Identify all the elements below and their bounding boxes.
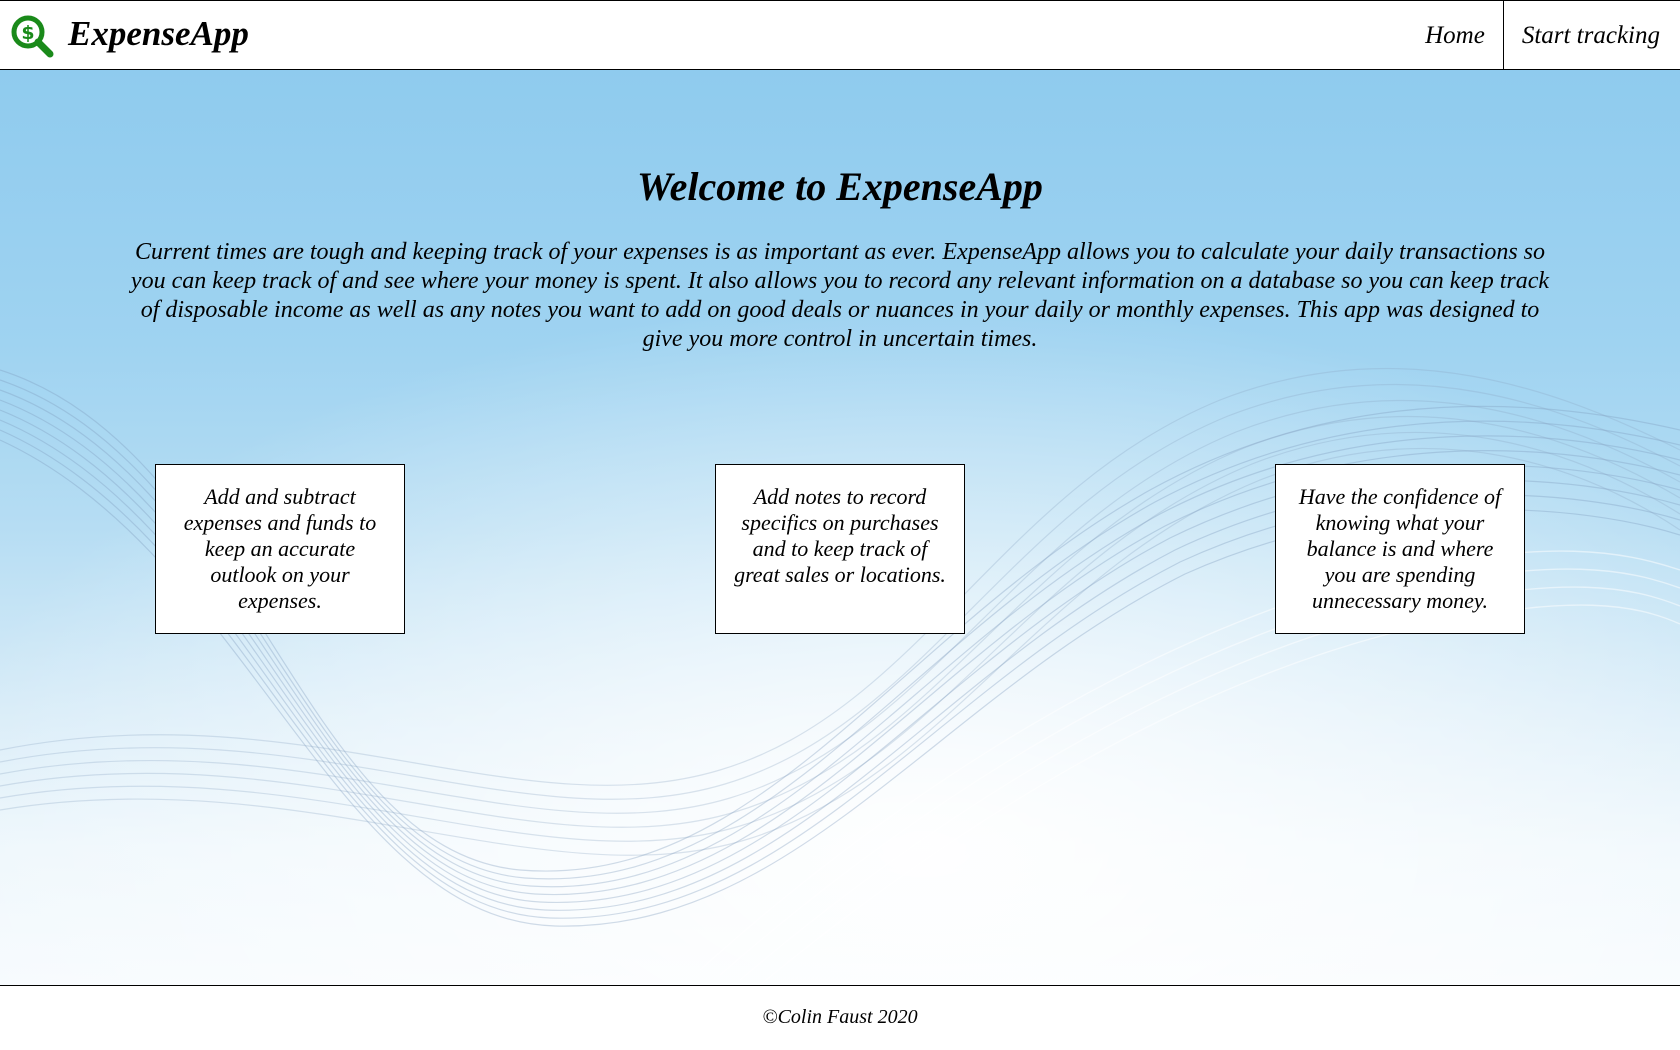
welcome-heading: Welcome to ExpenseApp (637, 164, 1043, 209)
feature-card-expenses: Add and subtract expenses and funds to k… (155, 464, 405, 634)
copyright-text: ©Colin Faust 2020 (762, 1006, 918, 1028)
feature-card-confidence: Have the confidence of knowing what your… (1275, 464, 1525, 634)
page: $ ExpenseApp Home Start tracking Welcome… (0, 0, 1680, 1050)
welcome-description: Current times are tough and keeping trac… (130, 239, 1550, 352)
feature-card-notes: Add notes to record specifics on purchas… (715, 464, 965, 634)
brand-name[interactable]: ExpenseApp (68, 11, 249, 57)
hero-section: Welcome to ExpenseApp Current times are … (0, 70, 1680, 985)
dollar-magnifier-icon[interactable]: $ (10, 14, 54, 58)
top-navbar: $ ExpenseApp Home Start tracking (0, 0, 1680, 70)
nav-start-tracking-link[interactable]: Start tracking (1504, 1, 1680, 70)
footer: ©Colin Faust 2020 (0, 985, 1680, 1050)
nav-home-link[interactable]: Home (1407, 1, 1504, 70)
svg-text:$: $ (21, 22, 34, 44)
nav-menu: Home Start tracking (1407, 1, 1680, 70)
